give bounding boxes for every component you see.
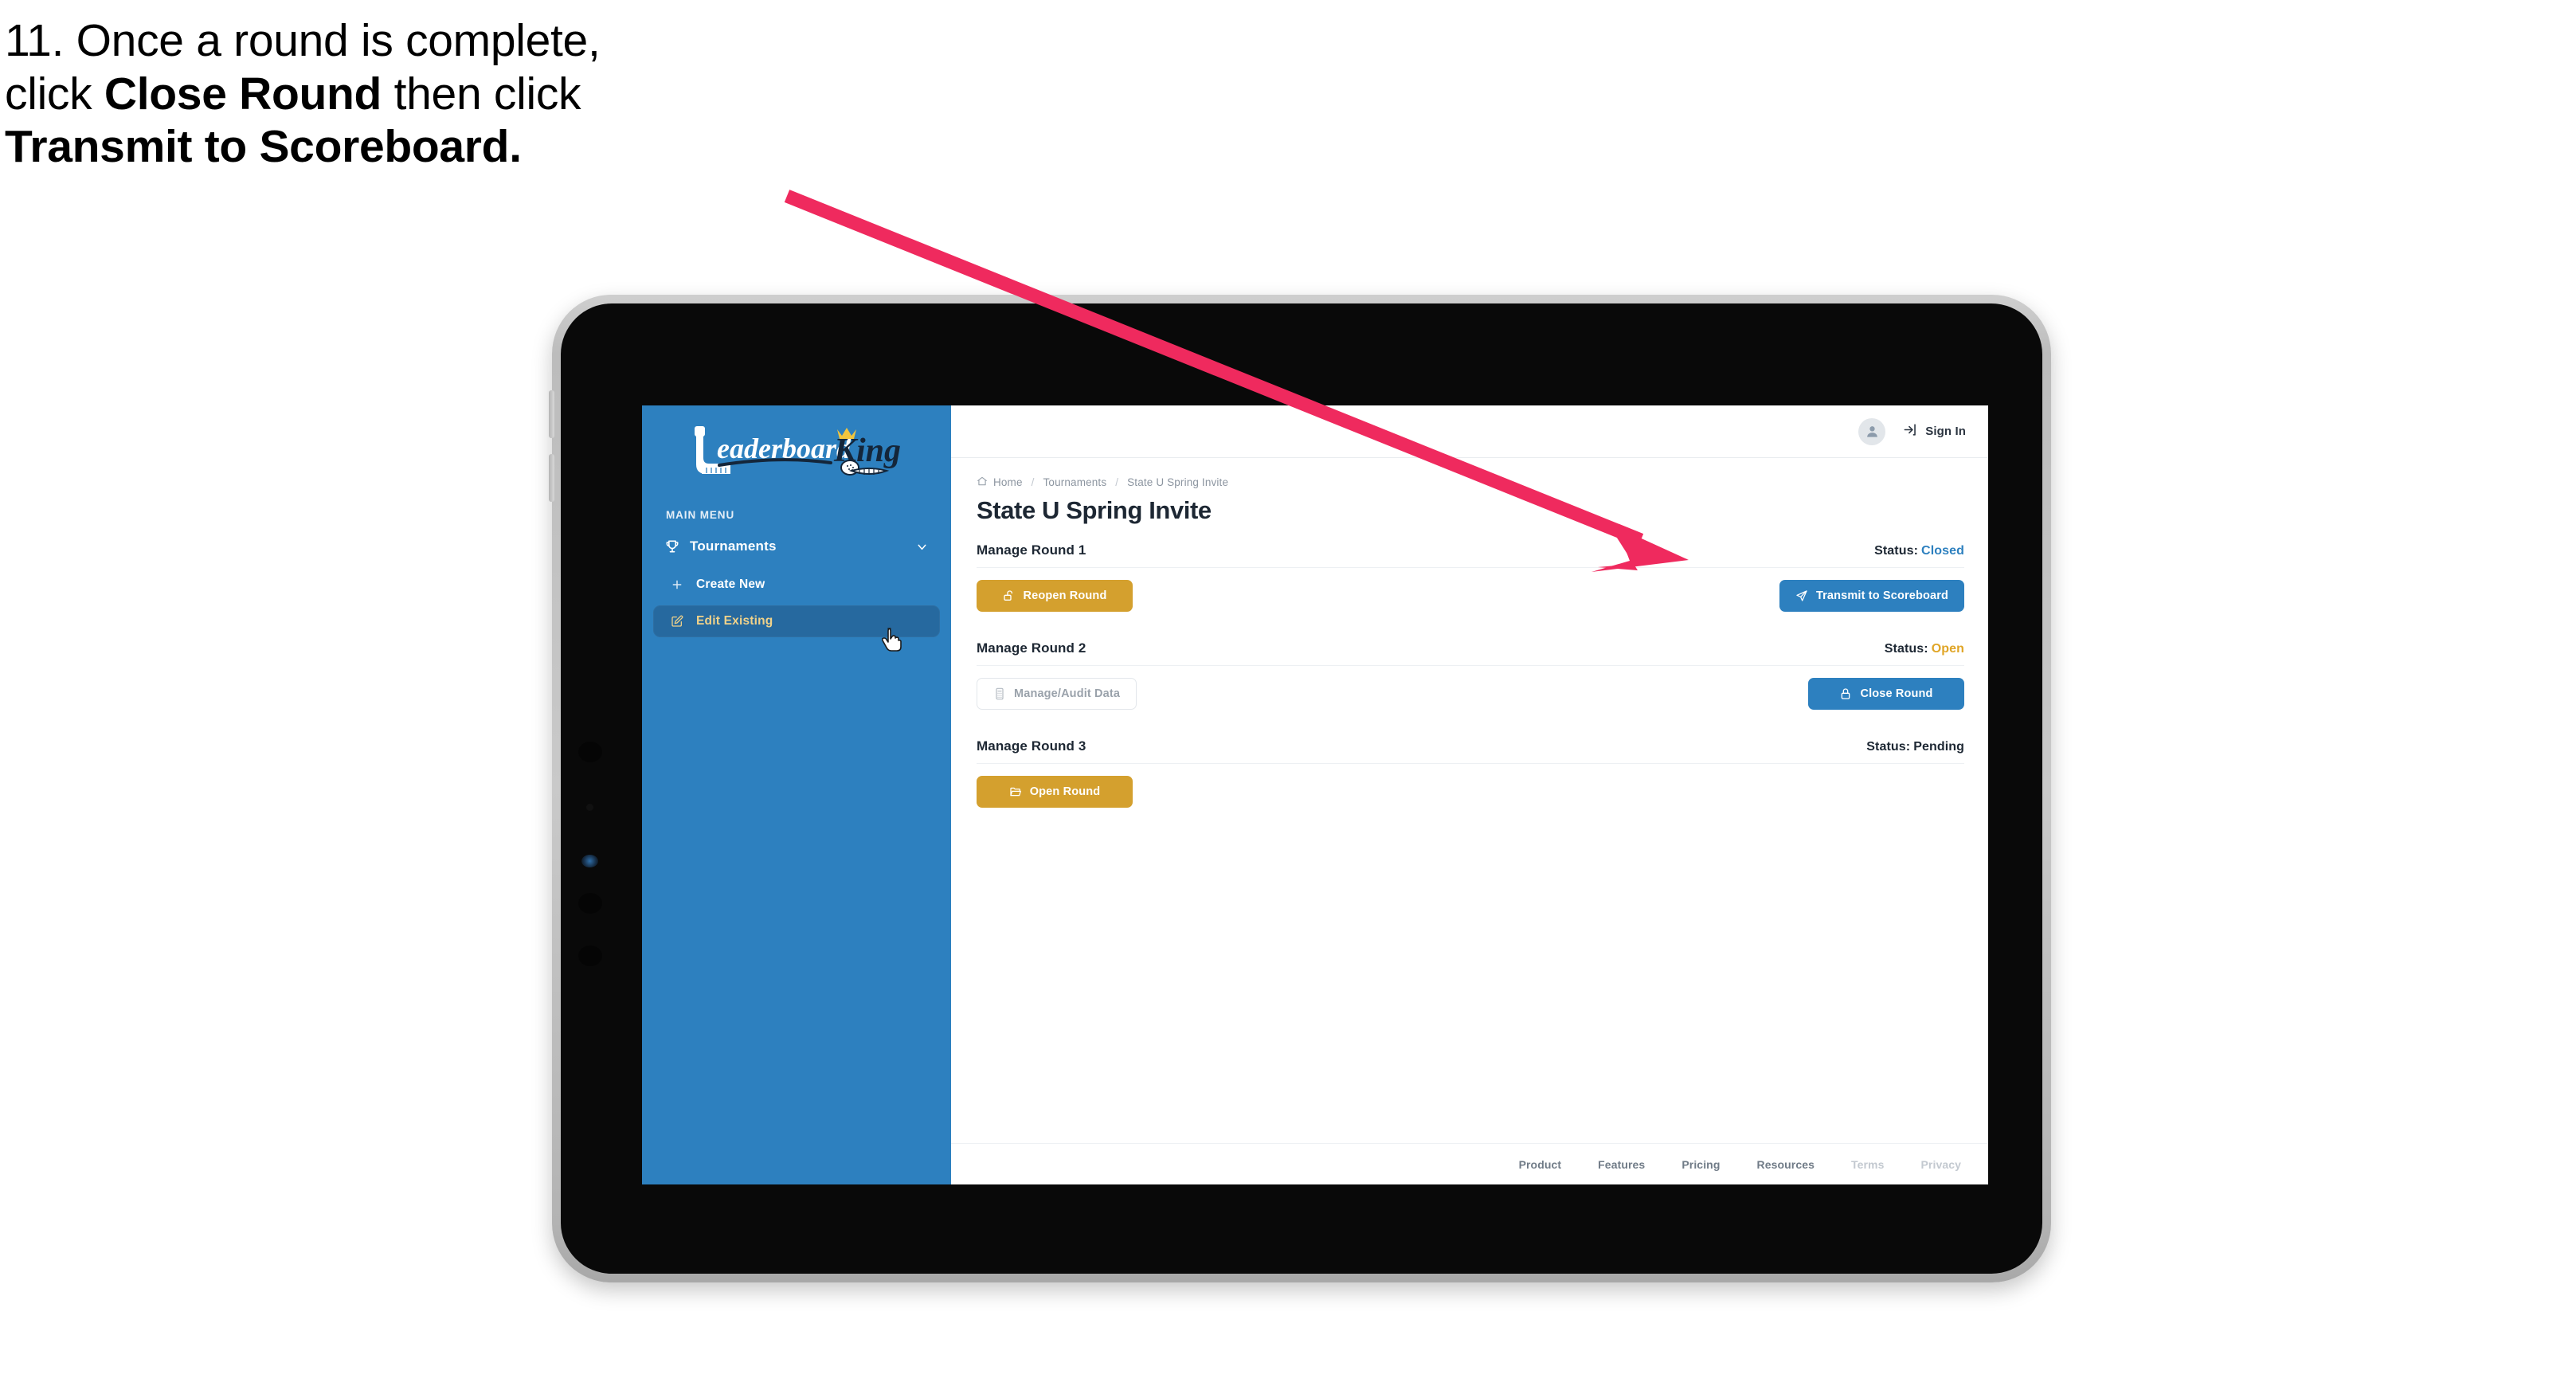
footer-link-resources[interactable]: Resources — [1756, 1158, 1815, 1171]
page-content: Home / Tournaments / State U Spring Invi… — [951, 458, 1988, 1143]
user-avatar-icon — [1866, 426, 1877, 437]
main-column: Sign In Home / Tournaments / State U Spr… — [951, 405, 1988, 1184]
sidebar: eaderboard King MAIN MENU Tournaments Cr… — [642, 405, 951, 1184]
calculator-icon — [993, 687, 1006, 700]
footer-link-product[interactable]: Product — [1519, 1158, 1562, 1171]
breadcrumb: Home / Tournaments / State U Spring Invi… — [977, 476, 1964, 489]
transmit-to-scoreboard-button[interactable]: Transmit to Scoreboard — [1779, 580, 1964, 612]
caption-line-2-prefix: click — [5, 68, 104, 119]
sidebar-item-create-new-label: Create New — [696, 578, 765, 591]
sidebar-item-edit-existing-label: Edit Existing — [696, 614, 773, 628]
close-round-label: Close Round — [1860, 687, 1933, 700]
volume-up-button[interactable] — [549, 390, 554, 438]
indicator-led-icon — [581, 855, 598, 867]
status-value: Open — [1931, 642, 1964, 656]
status-badge: Status: Closed — [1874, 544, 1964, 558]
footer-link-features[interactable]: Features — [1598, 1158, 1645, 1171]
caption-line-1-text: 11. Once a round is complete, — [5, 15, 601, 66]
manage-audit-data-label: Manage/Audit Data — [1014, 687, 1121, 700]
sidebar-section-label: MAIN MENU — [666, 509, 735, 521]
proximity-sensor-icon — [578, 893, 602, 914]
round-actions: Manage/Audit Data Close Round — [977, 678, 1964, 710]
tablet-bezel: eaderboard King MAIN MENU Tournaments Cr… — [561, 303, 2042, 1274]
home-icon — [977, 476, 988, 489]
mouse-cursor-pointer-icon — [881, 627, 902, 656]
round-header: Manage Round 1 Status: Closed — [977, 542, 1964, 568]
caption-line-2-suffix: then click — [382, 68, 581, 119]
footer: Product Features Pricing Resources Terms… — [951, 1143, 1988, 1184]
round-title: Manage Round 1 — [977, 542, 1086, 558]
folder-open-icon — [1009, 785, 1022, 798]
breadcrumb-separator: / — [1115, 476, 1119, 488]
round-header: Manage Round 2 Status: Open — [977, 640, 1964, 666]
close-round-button[interactable]: Close Round — [1808, 678, 1964, 710]
status-label: Status: — [1884, 642, 1928, 656]
tablet-device: eaderboard King MAIN MENU Tournaments Cr… — [549, 295, 2051, 1282]
round-section-1: Manage Round 1 Status: Closed Reopen Rou… — [977, 542, 1964, 612]
instruction-caption: 11. Once a round is complete, click Clos… — [5, 14, 849, 174]
status-label: Status: — [1874, 544, 1919, 558]
lock-icon — [1839, 687, 1852, 700]
paper-plane-icon — [1795, 589, 1808, 602]
round-title: Manage Round 2 — [977, 640, 1086, 656]
footer-link-pricing[interactable]: Pricing — [1681, 1158, 1720, 1171]
unlock-icon — [1003, 589, 1016, 602]
sidebar-item-tournaments-label: Tournaments — [690, 538, 777, 554]
status-badge: Status: Pending — [1866, 740, 1964, 754]
plus-icon — [671, 578, 690, 591]
chevron-down-icon[interactable] — [915, 540, 929, 554]
round-header: Manage Round 3 Status: Pending — [977, 738, 1964, 764]
status-badge: Status: Open — [1885, 642, 1964, 656]
breadcrumb-item-current: State U Spring Invite — [1127, 476, 1229, 488]
top-bar: Sign In — [951, 405, 1988, 458]
sign-in-button[interactable]: Sign In — [1903, 422, 1966, 441]
sidebar-item-tournaments[interactable]: Tournaments — [655, 529, 938, 564]
status-label: Status: — [1866, 740, 1911, 754]
ambient-sensor-icon — [586, 804, 593, 811]
front-camera-icon — [578, 742, 602, 762]
caption-line-2: click Close Round then click — [5, 68, 849, 121]
transmit-to-scoreboard-label: Transmit to Scoreboard — [1815, 589, 1948, 602]
sign-in-arrow-icon — [1903, 422, 1918, 441]
status-value: Closed — [1921, 544, 1964, 558]
avatar[interactable] — [1858, 417, 1886, 445]
open-round-label: Open Round — [1029, 785, 1101, 798]
footer-link-terms[interactable]: Terms — [1851, 1158, 1884, 1171]
breadcrumb-separator: / — [1031, 476, 1035, 488]
reopen-round-button[interactable]: Reopen Round — [977, 580, 1133, 612]
caption-line-1: 11. Once a round is complete, — [5, 14, 849, 68]
round-section-2: Manage Round 2 Status: Open Manage/Audit… — [977, 640, 1964, 710]
edit-icon — [671, 615, 690, 628]
status-value: Pending — [1913, 740, 1964, 754]
manage-audit-data-button[interactable]: Manage/Audit Data — [977, 678, 1137, 710]
leaderboard-king-logo-icon: eaderboard King — [695, 426, 901, 476]
app-screen: eaderboard King MAIN MENU Tournaments Cr… — [642, 405, 1988, 1184]
volume-down-button[interactable] — [549, 454, 554, 502]
round-actions: Open Round — [977, 776, 1964, 808]
open-round-button[interactable]: Open Round — [977, 776, 1133, 808]
round-title: Manage Round 3 — [977, 738, 1086, 754]
caption-line-3: Transmit to Scoreboard. — [5, 120, 849, 174]
breadcrumb-item-home[interactable]: Home — [993, 476, 1023, 488]
app-logo[interactable]: eaderboard King — [642, 405, 951, 484]
reopen-round-label: Reopen Round — [1023, 589, 1107, 602]
footer-link-privacy[interactable]: Privacy — [1920, 1158, 1961, 1171]
caption-line-3-bold: Transmit to Scoreboard. — [5, 121, 522, 173]
caption-line-2-bold: Close Round — [104, 68, 382, 119]
breadcrumb-item-tournaments[interactable]: Tournaments — [1043, 476, 1107, 488]
trophy-icon — [664, 538, 685, 554]
round-section-3: Manage Round 3 Status: Pending Open Roun… — [977, 738, 1964, 808]
sidebar-item-create-new[interactable]: Create New — [653, 569, 940, 601]
round-actions: Reopen Round Transmit to Scoreboard — [977, 580, 1964, 612]
page-title: State U Spring Invite — [977, 496, 1212, 524]
microphone-icon — [578, 946, 602, 966]
sign-in-label: Sign In — [1925, 425, 1966, 438]
